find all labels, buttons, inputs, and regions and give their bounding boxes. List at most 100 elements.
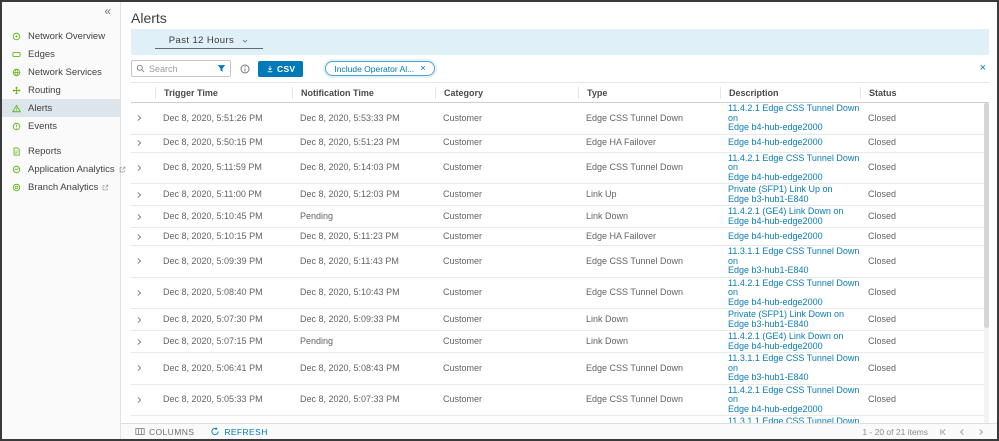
row-expand-icon[interactable] <box>135 289 143 297</box>
cell-notification-time: Pending <box>292 337 435 347</box>
cell-category: Customer <box>435 315 578 325</box>
filter-toolbar: CSV Include Operator Al... × × <box>121 55 997 82</box>
row-expand-icon[interactable] <box>135 364 143 372</box>
cell-description[interactable]: 11.3.1.1 Edge CSS Tunnel Down on Edge b3… <box>720 247 860 276</box>
cell-notification-time: Dec 8, 2020, 5:08:43 PM <box>292 364 435 374</box>
sidebar-item-edges[interactable]: Edges <box>2 45 120 63</box>
csv-export-button[interactable]: CSV <box>258 61 303 77</box>
sidebar-item-network-services[interactable]: Network Services <box>2 63 120 81</box>
sidebar-item-label: Branch Analytics <box>28 182 98 193</box>
column-header-type[interactable]: Type <box>578 87 720 99</box>
table-row[interactable]: Dec 8, 2020, 5:11:00 PMDec 8, 2020, 5:12… <box>131 184 989 206</box>
table-row[interactable]: Dec 8, 2020, 5:51:26 PMDec 8, 2020, 5:53… <box>131 103 989 135</box>
cell-description[interactable]: Edge b4-hub-edge2000 <box>720 138 860 148</box>
filter-chip[interactable]: Include Operator Al... × <box>325 61 434 76</box>
cell-trigger-time: Dec 8, 2020, 5:08:40 PM <box>155 288 292 298</box>
table-row[interactable]: Dec 8, 2020, 5:08:40 PMDec 8, 2020, 5:10… <box>131 278 989 310</box>
page-title: Alerts <box>121 2 997 26</box>
row-expand-icon[interactable] <box>135 213 143 221</box>
cell-description[interactable]: 11.4.2.1 (GE4) Link Down on Edge b4-hub-… <box>720 207 860 226</box>
reports-icon <box>12 147 21 156</box>
cell-description[interactable]: 11.4.2.1 Edge CSS Tunnel Down on Edge b4… <box>720 279 860 308</box>
clear-filters-icon[interactable]: × <box>980 63 987 74</box>
table-row[interactable]: Dec 8, 2020, 5:50:15 PMDec 8, 2020, 5:51… <box>131 135 989 153</box>
time-range-select[interactable]: Past 12 Hours <box>155 35 263 49</box>
filter-funnel-icon[interactable] <box>217 64 226 73</box>
vertical-scrollbar-track[interactable] <box>984 103 989 423</box>
table-row[interactable]: Dec 8, 2020, 5:05:33 PMDec 8, 2020, 5:07… <box>131 385 989 417</box>
sidebar-collapse-button[interactable]: « <box>2 2 120 19</box>
cell-description[interactable]: 11.3.1.1 Edge CSS Tunnel Down on Edge b3… <box>720 417 860 423</box>
cell-description[interactable]: 11.4.2.1 Edge CSS Tunnel Down on Edge b4… <box>720 104 860 133</box>
cell-notification-time: Pending <box>292 212 435 222</box>
network-overview-icon <box>12 32 21 41</box>
table-row[interactable]: Dec 8, 2020, 5:11:59 PMDec 8, 2020, 5:14… <box>131 153 989 185</box>
cell-type: Edge CSS Tunnel Down <box>578 257 720 267</box>
cell-description[interactable]: Private (SFP1) Link Up on Edge b3-hub1-E… <box>720 185 860 204</box>
search-input[interactable] <box>145 64 217 74</box>
column-header-status[interactable]: Status <box>860 87 989 99</box>
cell-description[interactable]: 11.4.2.1 Edge CSS Tunnel Down on Edge b4… <box>720 386 860 415</box>
cell-description[interactable]: 11.4.2.1 (GE4) Link Down on Edge b4-hub-… <box>720 332 860 351</box>
cell-description[interactable]: 11.4.2.1 Edge CSS Tunnel Down on Edge b4… <box>720 154 860 183</box>
cell-expand <box>131 114 155 122</box>
column-header-notification-time[interactable]: Notification Time <box>292 87 435 99</box>
pagination-first-icon[interactable] <box>939 428 947 436</box>
sidebar-item-reports[interactable]: Reports <box>2 142 120 160</box>
table-row[interactable]: Dec 8, 2020, 5:07:15 PMPendingCustomerLi… <box>131 331 989 353</box>
cell-trigger-time: Dec 8, 2020, 5:50:15 PM <box>155 138 292 148</box>
cell-expand <box>131 396 155 404</box>
chip-close-icon[interactable]: × <box>420 64 426 73</box>
search-box[interactable] <box>131 60 231 77</box>
sidebar-item-application-analytics[interactable]: Application Analytics <box>2 160 120 178</box>
cell-type: Link Down <box>578 337 720 347</box>
table-header: Trigger Time Notification Time Category … <box>131 82 989 103</box>
row-expand-icon[interactable] <box>135 139 143 147</box>
refresh-button[interactable]: REFRESH <box>210 427 267 437</box>
cell-expand <box>131 364 155 372</box>
sidebar-item-network-overview[interactable]: Network Overview <box>2 27 120 45</box>
cell-status: Closed <box>860 337 989 347</box>
table-footer: COLUMNS REFRESH 1 - 20 of 21 items <box>121 423 997 439</box>
table-row[interactable]: Dec 8, 2020, 5:10:15 PMDec 8, 2020, 5:11… <box>131 228 989 246</box>
cell-description[interactable]: Private (SFP1) Link Down on Edge b3-hub1… <box>720 310 860 329</box>
row-expand-icon[interactable] <box>135 164 143 172</box>
cell-notification-time: Dec 8, 2020, 5:12:03 PM <box>292 190 435 200</box>
sidebar-item-label: Edges <box>28 49 55 60</box>
row-expand-icon[interactable] <box>135 338 143 346</box>
columns-button[interactable]: COLUMNS <box>135 427 194 437</box>
row-expand-icon[interactable] <box>135 316 143 324</box>
column-header-trigger-time[interactable]: Trigger Time <box>155 87 292 99</box>
sidebar-item-branch-analytics[interactable]: Branch Analytics <box>2 178 120 196</box>
row-expand-icon[interactable] <box>135 396 143 404</box>
cell-status: Closed <box>860 114 989 124</box>
cell-description[interactable]: Edge b4-hub-edge2000 <box>720 232 860 242</box>
csv-label: CSV <box>277 64 295 74</box>
info-icon[interactable] <box>240 64 250 74</box>
table-row[interactable]: Dec 8, 2020, 5:07:30 PMDec 8, 2020, 5:09… <box>131 309 989 331</box>
sidebar: « Network OverviewEdgesNetwork ServicesR… <box>2 2 121 439</box>
download-icon <box>266 65 274 73</box>
cell-category: Customer <box>435 395 578 405</box>
table-row[interactable]: Dec 8, 2020, 5:06:41 PMDec 8, 2020, 5:08… <box>131 353 989 385</box>
column-header-description[interactable]: Description <box>720 87 860 99</box>
table-row[interactable]: Dec 8, 2020, 5:05:05 PMPendingCustomerEd… <box>131 416 989 423</box>
row-expand-icon[interactable] <box>135 114 143 122</box>
pagination-prev-icon[interactable] <box>958 428 966 436</box>
table-row[interactable]: Dec 8, 2020, 5:09:39 PMDec 8, 2020, 5:11… <box>131 246 989 278</box>
cell-expand <box>131 213 155 221</box>
sidebar-item-routing[interactable]: Routing <box>2 81 120 99</box>
sidebar-item-events[interactable]: Events <box>2 117 120 135</box>
pagination-next-icon[interactable] <box>977 428 985 436</box>
row-expand-icon[interactable] <box>135 257 143 265</box>
branch-analytics-icon <box>12 183 21 192</box>
cell-expand <box>131 316 155 324</box>
row-expand-icon[interactable] <box>135 191 143 199</box>
column-header-category[interactable]: Category <box>435 87 578 99</box>
vertical-scrollbar-thumb[interactable] <box>984 103 989 328</box>
cell-trigger-time: Dec 8, 2020, 5:11:59 PM <box>155 163 292 173</box>
row-expand-icon[interactable] <box>135 233 143 241</box>
sidebar-item-alerts[interactable]: Alerts <box>2 99 120 117</box>
table-row[interactable]: Dec 8, 2020, 5:10:45 PMPendingCustomerLi… <box>131 206 989 228</box>
cell-description[interactable]: 11.3.1.1 Edge CSS Tunnel Down on Edge b3… <box>720 354 860 383</box>
